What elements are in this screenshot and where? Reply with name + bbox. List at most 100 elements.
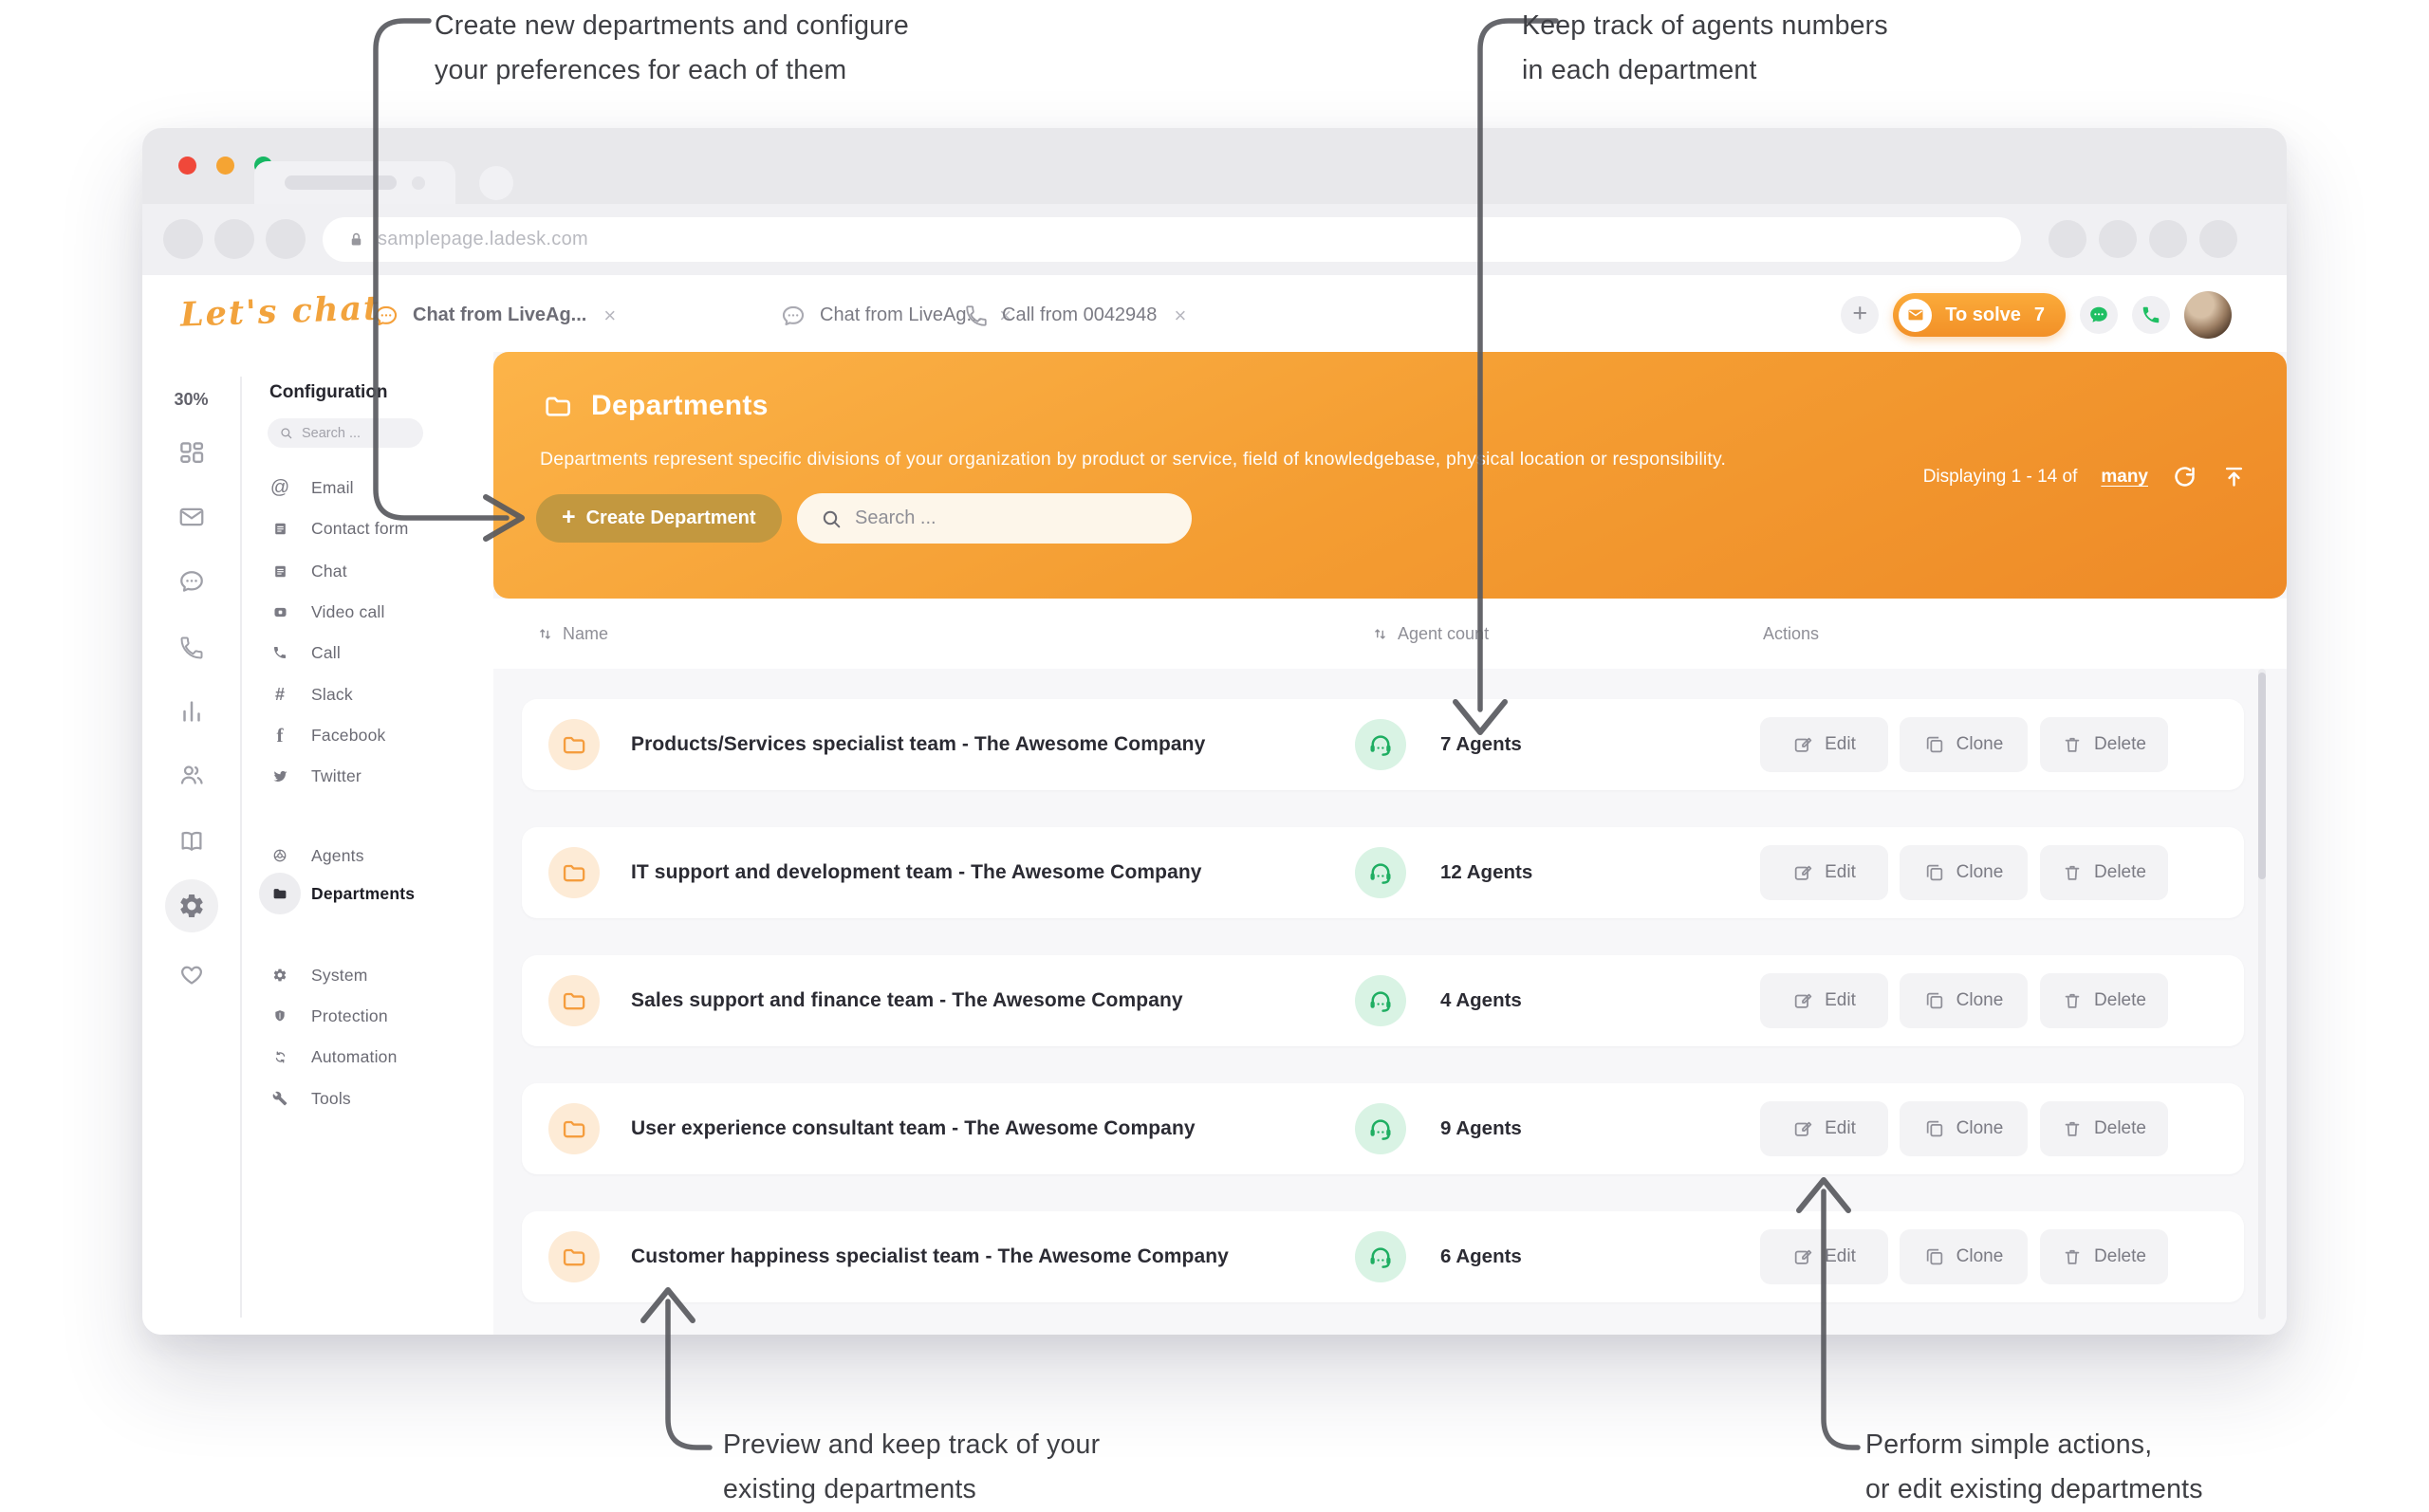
rail-favorites-icon[interactable] — [142, 948, 240, 1001]
toolbar-action-1[interactable] — [2049, 220, 2086, 258]
facebook-icon: f — [269, 724, 291, 747]
table-row[interactable]: Products/Services specialist team - The … — [522, 699, 2244, 790]
config-item-system[interactable]: System — [269, 957, 368, 993]
delete-button[interactable]: Delete — [2040, 717, 2168, 772]
edit-button[interactable]: Edit — [1760, 1101, 1888, 1156]
rail-settings-icon[interactable] — [142, 879, 240, 932]
rail-mail-icon[interactable] — [142, 490, 240, 544]
ticket-tab-call[interactable]: Call from 0042948 × — [964, 275, 1186, 356]
scrollbar-thumb[interactable] — [2258, 673, 2266, 879]
delete-button[interactable]: Delete — [2040, 973, 2168, 1028]
agent-headset-icon — [1355, 1231, 1406, 1282]
browser-tab-close-placeholder — [412, 176, 425, 190]
config-item-facebook[interactable]: f Facebook — [269, 717, 385, 753]
back-button[interactable] — [163, 219, 203, 259]
minimize-window-button[interactable] — [216, 157, 234, 175]
slack-icon: # — [269, 685, 291, 705]
close-icon[interactable]: × — [600, 304, 616, 328]
clone-button[interactable]: Clone — [1900, 717, 2028, 772]
clone-button[interactable]: Clone — [1900, 1229, 2028, 1284]
edit-button[interactable]: Edit — [1760, 973, 1888, 1028]
clone-button[interactable]: Clone — [1900, 973, 2028, 1028]
toolbar-action-2[interactable] — [2099, 220, 2137, 258]
column-header-name[interactable]: Name — [536, 599, 608, 669]
rail-call-icon[interactable] — [142, 621, 240, 674]
displaying-many-link[interactable]: many — [2101, 467, 2148, 488]
configuration-search[interactable] — [268, 418, 423, 448]
phone-icon — [269, 645, 291, 660]
config-item-twitter[interactable]: Twitter — [269, 758, 362, 794]
clone-button[interactable]: Clone — [1900, 845, 2028, 900]
config-item-protection[interactable]: Protection — [269, 998, 388, 1034]
clone-button[interactable]: Clone — [1900, 1101, 2028, 1156]
chat-icon — [269, 563, 291, 580]
delete-button[interactable]: Delete — [2040, 845, 2168, 900]
agent-headset-icon — [1355, 1103, 1406, 1154]
close-icon[interactable]: × — [1170, 304, 1186, 328]
scroll-to-top-icon[interactable] — [2221, 464, 2247, 489]
reload-icon[interactable] — [2172, 464, 2197, 489]
toolbar-action-3[interactable] — [2149, 220, 2187, 258]
config-item-label: Email — [311, 478, 354, 498]
config-item-automation[interactable]: Automation — [269, 1039, 398, 1075]
ticket-tab-chat-1[interactable]: Chat from LiveAg... × — [373, 275, 616, 356]
table-row[interactable]: User experience consultant team - The Aw… — [522, 1083, 2244, 1174]
table-row[interactable]: IT support and development team - The Aw… — [522, 827, 2244, 918]
trash-icon — [2062, 1118, 2083, 1139]
delete-button[interactable]: Delete — [2040, 1229, 2168, 1284]
close-window-button[interactable] — [178, 157, 196, 175]
delete-button[interactable]: Delete — [2040, 1101, 2168, 1156]
edit-button[interactable]: Edit — [1760, 1229, 1888, 1284]
column-header-agent-count[interactable]: Agent count — [1371, 599, 1489, 669]
edit-label: Edit — [1825, 1118, 1856, 1139]
table-header: Name Agent count Actions — [493, 599, 2287, 669]
rail-knowledgebase-icon[interactable] — [142, 815, 240, 868]
clone-icon — [1924, 1246, 1945, 1267]
form-icon — [269, 521, 291, 537]
config-item-email[interactable]: @ Email — [269, 470, 354, 506]
add-ticket-button[interactable]: + — [1841, 296, 1879, 334]
new-tab-button[interactable] — [479, 166, 513, 200]
config-item-agents[interactable]: Agents — [269, 838, 364, 874]
reload-button[interactable] — [266, 219, 306, 259]
ticket-tab-label: Call from 0042948 — [1002, 304, 1157, 326]
config-item-contact-form[interactable]: Contact form — [269, 510, 409, 546]
app-bar: Let's chat Chat from LiveAg... × Chat fr… — [142, 275, 2287, 356]
rail-reports-icon[interactable] — [142, 685, 240, 738]
table-row[interactable]: Customer happiness specialist team - The… — [522, 1211, 2244, 1302]
config-item-departments[interactable]: Departments — [269, 876, 415, 912]
scrollbar[interactable] — [2258, 669, 2266, 1319]
agent-count: 12 Agents — [1440, 827, 1532, 918]
departments-search[interactable] — [797, 493, 1192, 544]
table-row[interactable]: Sales support and finance team - The Awe… — [522, 955, 2244, 1046]
edit-button[interactable]: Edit — [1760, 717, 1888, 772]
forward-button[interactable] — [214, 219, 254, 259]
toolbar-action-4[interactable] — [2199, 220, 2237, 258]
user-avatar[interactable] — [2184, 291, 2232, 339]
config-item-tools[interactable]: Tools — [269, 1080, 351, 1116]
browser-tab[interactable] — [254, 161, 455, 204]
config-item-label: Facebook — [311, 726, 385, 746]
clone-icon — [1924, 734, 1945, 755]
departments-search-input[interactable] — [855, 507, 1159, 529]
config-item-label: Call — [311, 643, 341, 663]
rail-dashboard-icon[interactable] — [142, 427, 240, 480]
search-icon — [279, 426, 293, 440]
folder-icon — [548, 1231, 600, 1282]
config-item-slack[interactable]: # Slack — [269, 676, 353, 712]
config-item-video-call[interactable]: Video call — [269, 594, 385, 630]
trash-icon — [2062, 1246, 2083, 1267]
config-item-label: Chat — [311, 562, 347, 581]
config-item-chat[interactable]: Chat — [269, 553, 347, 589]
chats-button[interactable] — [2080, 296, 2118, 334]
edit-button[interactable]: Edit — [1760, 845, 1888, 900]
calls-button[interactable] — [2132, 296, 2170, 334]
config-item-label: Video call — [311, 602, 385, 622]
rail-contacts-icon[interactable] — [142, 748, 240, 802]
url-bar[interactable]: samplepage.ladesk.com — [323, 217, 2021, 262]
rail-chat-icon[interactable] — [142, 555, 240, 608]
configuration-search-input[interactable] — [302, 426, 406, 441]
config-item-call[interactable]: Call — [269, 635, 341, 671]
create-department-button[interactable]: + Create Department — [536, 494, 782, 543]
to-solve-button[interactable]: To solve 7 — [1893, 293, 2066, 337]
